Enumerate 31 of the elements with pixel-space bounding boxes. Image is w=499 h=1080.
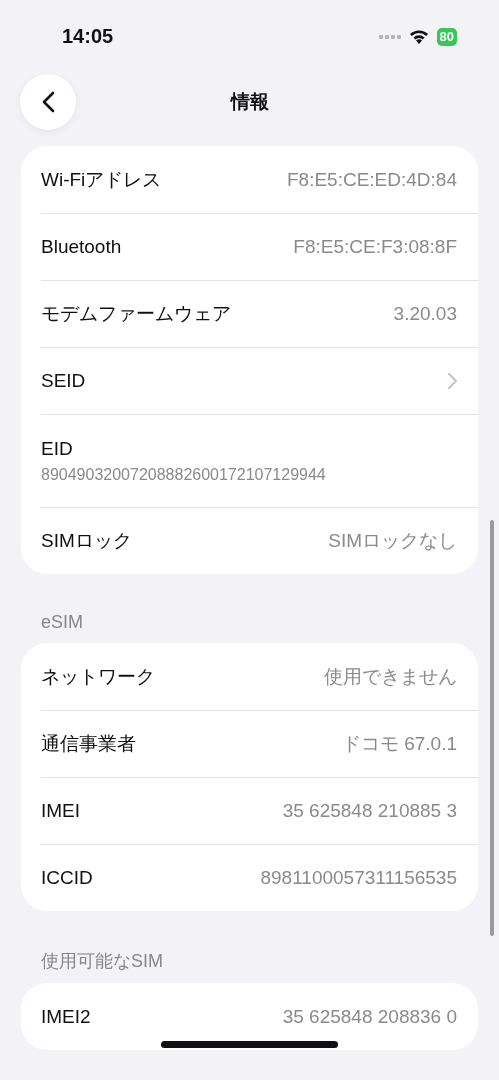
row-value: 35 625848 210885 3 <box>282 800 457 822</box>
chevron-icon <box>448 373 457 389</box>
row-label: SIMロック <box>41 529 132 553</box>
row-value: F8:E5:CE:F3:08:8F <box>293 236 457 258</box>
row-label: ICCID <box>41 867 93 889</box>
list-row[interactable]: SEID <box>41 347 478 414</box>
row-value: 3.20.03 <box>393 303 457 325</box>
row-value: 使用できません <box>324 664 457 689</box>
signal-icon <box>378 34 401 39</box>
row-label: Wi-Fiアドレス <box>41 167 162 192</box>
section-header: eSIM <box>41 612 83 632</box>
row-label: IMEI <box>41 800 81 822</box>
row-value: ドコモ 67.0.1 <box>341 732 457 756</box>
page-title: 情報 <box>230 90 269 114</box>
status-time: 14:05 <box>62 25 114 48</box>
row-label: Bluetooth <box>41 236 122 258</box>
row-label: モデムファームウェア <box>41 302 231 326</box>
row-value: 8981100057311156535 <box>260 867 457 889</box>
row-value: SIMロックなし <box>328 529 457 553</box>
row-value: 35 625848 208836 0 <box>282 1005 457 1028</box>
wifi-icon <box>408 29 429 44</box>
battery-icon: 80 <box>436 27 457 46</box>
row-label: ネットワーク <box>41 664 155 689</box>
row-value: 89049032007208882600172107129944 <box>41 466 326 484</box>
row-label: 通信事業者 <box>41 732 136 756</box>
back-icon <box>41 91 55 113</box>
row-label: EID <box>41 438 73 460</box>
row-label: SEID <box>41 370 86 392</box>
section-header: 使用可能なSIM <box>41 951 163 971</box>
row-label: IMEI2 <box>41 1005 91 1028</box>
row-value: F8:E5:CE:ED:4D:84 <box>286 168 457 191</box>
